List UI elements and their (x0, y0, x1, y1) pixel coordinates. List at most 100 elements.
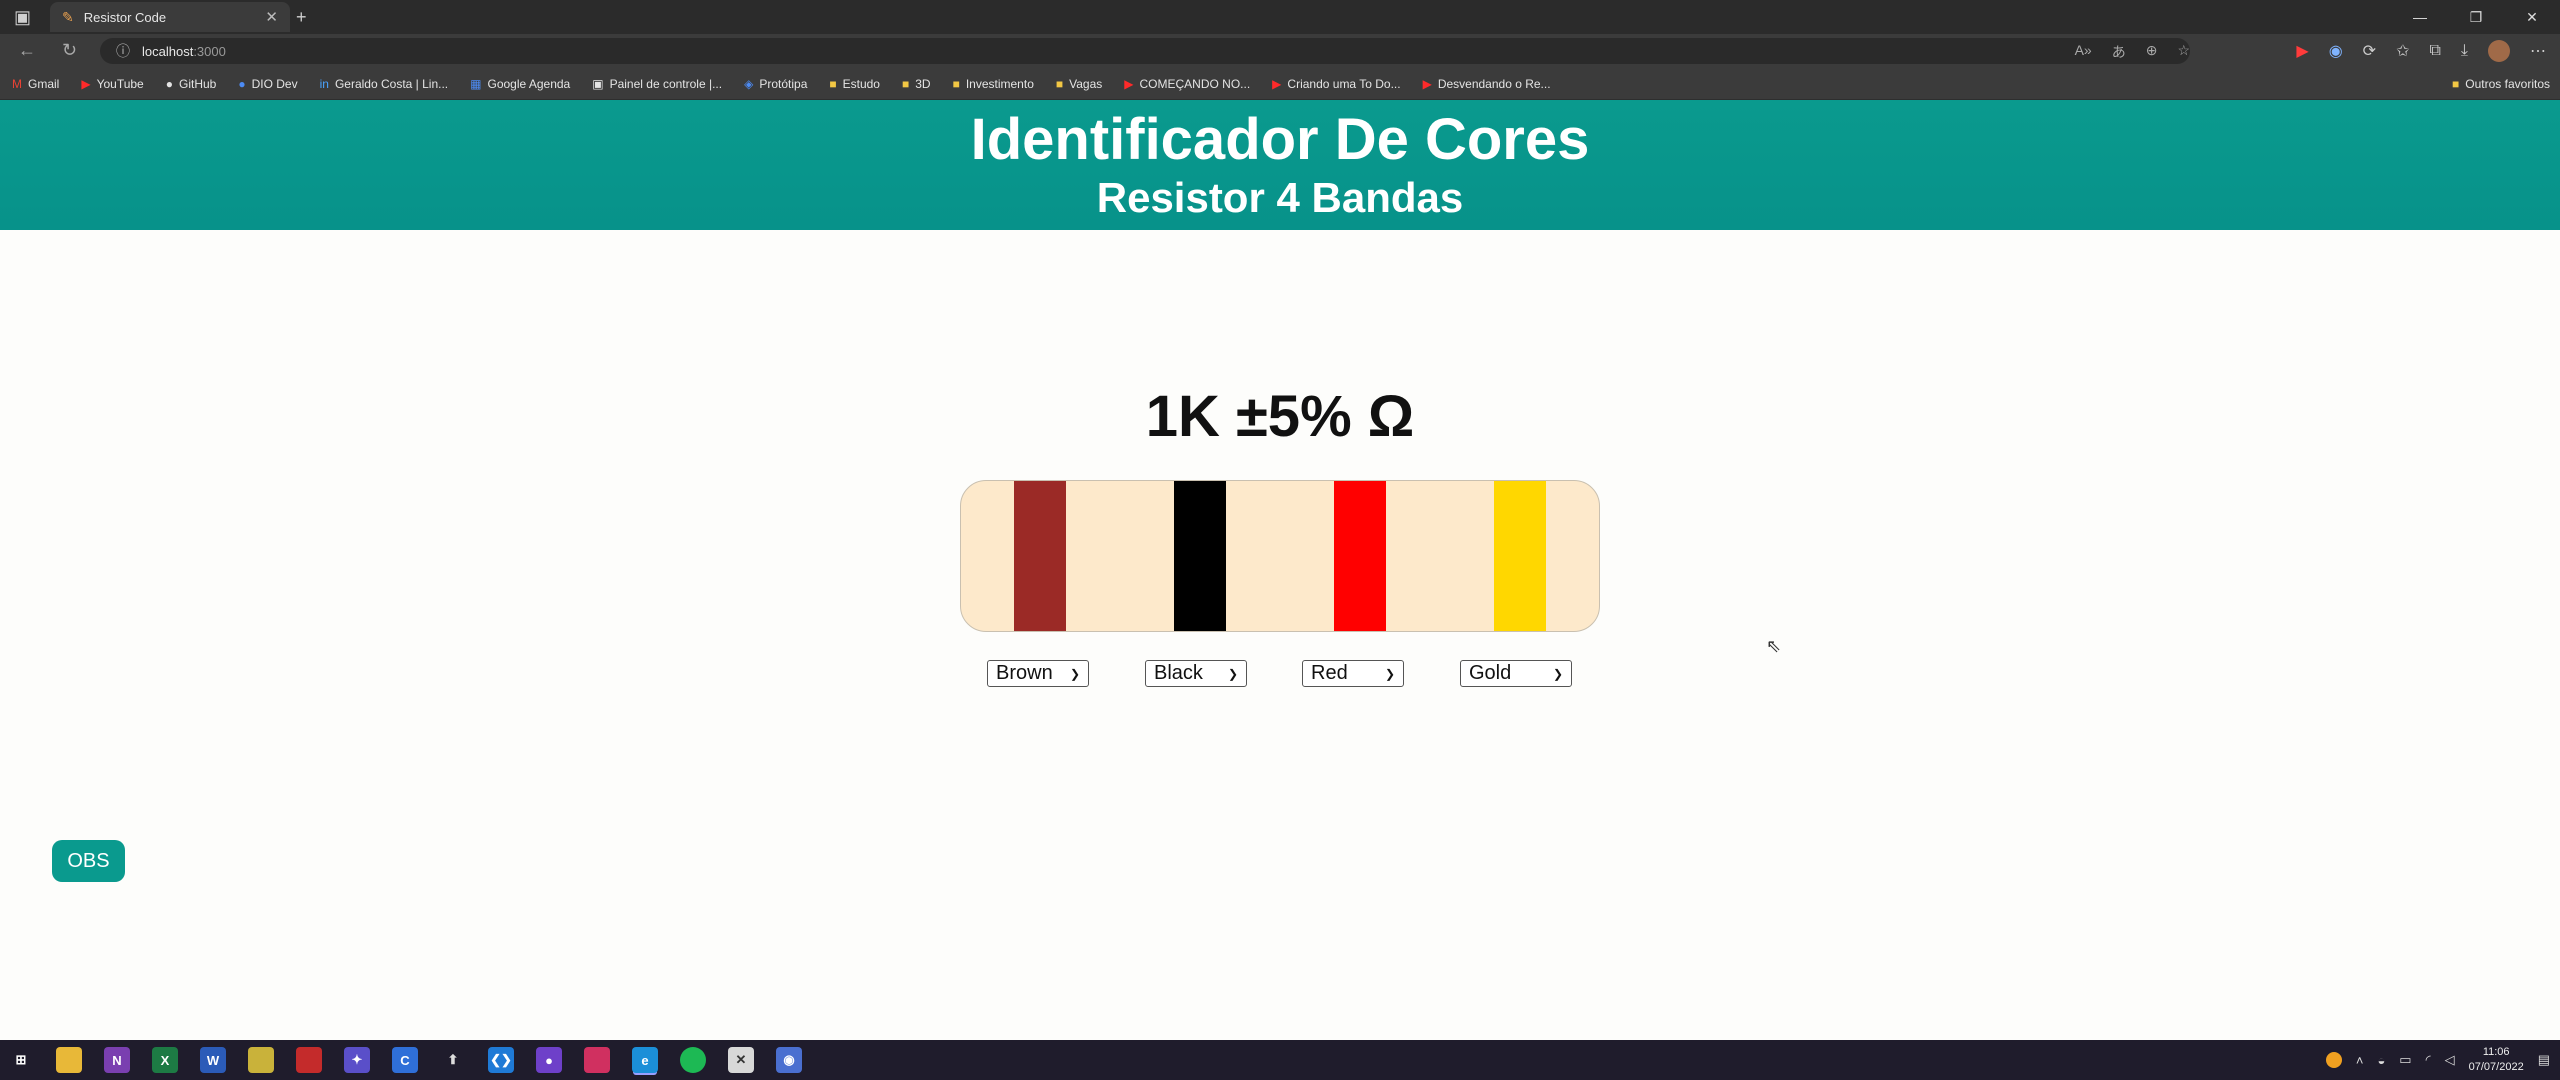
toolbar-extensions: ▶ ◉ ⟳ ✩ ⧉ ⤓ ⋯ (2296, 40, 2546, 62)
read-aloud-icon[interactable]: A» (2075, 42, 2092, 62)
bookmark-label: COMEÇANDO NO... (1139, 76, 1251, 91)
app-red-icon[interactable] (584, 1047, 610, 1073)
chevron-down-icon: ❯ (1069, 666, 1080, 681)
bookmark-investimento[interactable]: ■ Investimento (953, 77, 1034, 91)
back-icon[interactable]: ← (18, 40, 36, 61)
add-favorite-icon[interactable]: ☆ (2177, 42, 2190, 62)
bookmark-desvendando[interactable]: ▶ Desvendando o Re... (1423, 77, 1551, 91)
app-gray-icon[interactable]: ✕ (728, 1047, 754, 1073)
bookmark-github[interactable]: ● GitHub (166, 77, 217, 91)
notifications-icon[interactable]: ▤ (2538, 1052, 2550, 1068)
tab-title: Resistor Code (83, 9, 167, 25)
close-tab-icon[interactable]: ✕ (265, 8, 278, 26)
youtube-icon: ▶ (1422, 76, 1432, 91)
tab-resistor-code[interactable]: ✎ Resistor Code ✕ (50, 2, 290, 32)
panel-icon: ▣ (592, 76, 604, 91)
bookmark-youtube[interactable]: ▶ YouTube (81, 77, 143, 91)
vscode-icon[interactable]: ❮❯ (488, 1047, 514, 1073)
bookmark-label: DIO Dev (251, 76, 298, 91)
spotify-icon[interactable] (680, 1047, 706, 1073)
app-arrow-icon[interactable]: ⬆ (440, 1047, 466, 1073)
gmail-icon: M (12, 76, 22, 91)
other-favorites[interactable]: ■ Outros favoritos (2452, 68, 2550, 100)
url-port: :3000 (193, 43, 226, 59)
folder-icon: ■ (952, 76, 960, 91)
file-explorer-icon[interactable] (56, 1047, 82, 1073)
band-4-select[interactable]: Gold ❯ (1460, 660, 1572, 687)
restore-icon[interactable]: ❐ (2448, 0, 2504, 34)
bookmark-vagas[interactable]: ■ Vagas (1056, 77, 1102, 91)
bookmark-label: Vagas (1069, 76, 1103, 91)
other-favorites-label: Outros favoritos (2465, 77, 2550, 91)
youtube-icon: ▶ (81, 76, 91, 91)
notification-dot-icon[interactable] (2325, 1052, 2342, 1068)
youtube-icon: ▶ (1124, 76, 1134, 91)
clock-time: 11:06 (2482, 1046, 2510, 1058)
clock[interactable]: 11:06 07/07/2022 (2469, 1045, 2524, 1075)
resistor-body (960, 480, 1600, 632)
system-tray: ˄ ◒ ▭ ◜ ◁ 11:06 07/07/2022 ▤ (2325, 1040, 2550, 1080)
bookmark-label: Estudo (842, 76, 880, 91)
band-2-select[interactable]: Black ❯ (1145, 660, 1247, 687)
bookmark-dio-dev[interactable]: ● DIO Dev (238, 77, 297, 91)
close-window-icon[interactable]: ✕ (2504, 0, 2560, 34)
bookmark-painel[interactable]: ▣ Painel de controle |... (592, 77, 722, 91)
app-icon[interactable] (248, 1047, 274, 1073)
bookmark-label: 3D (915, 76, 931, 91)
youtube-extension-icon[interactable]: ▶ (2296, 41, 2308, 61)
start-icon[interactable]: ⊞ (8, 1047, 34, 1073)
excel-icon[interactable]: X (152, 1047, 178, 1073)
bookmark-3d[interactable]: ■ 3D (902, 77, 931, 91)
chevron-down-icon: ❯ (1552, 666, 1563, 681)
mouse-cursor-icon: ⇖ (1766, 636, 1782, 656)
tray-expand-icon[interactable]: ˄ (2356, 1053, 2364, 1068)
band-4 (1494, 481, 1546, 631)
onenote-icon[interactable]: N (104, 1047, 130, 1073)
wifi-icon[interactable]: ◜ (2426, 1052, 2431, 1068)
bookmark-estudo[interactable]: ■ Estudo (829, 77, 880, 91)
zoom-icon[interactable]: ⊕ (2146, 42, 2158, 62)
resistor-favicon-icon: ✎ (62, 8, 74, 25)
youtube-icon: ▶ (1272, 76, 1282, 91)
profile-avatar[interactable] (2488, 40, 2510, 62)
band-1-select[interactable]: Brown ❯ (987, 660, 1089, 687)
new-tab-icon[interactable]: + (296, 6, 307, 28)
bookmark-criando-todo[interactable]: ▶ Criando uma To Do... (1272, 77, 1400, 91)
bookmark-google-agenda[interactable]: ▦ Google Agenda (470, 77, 570, 91)
bookmark-label: GitHub (178, 76, 217, 91)
sync-icon[interactable]: ⟳ (2363, 41, 2376, 61)
folder-icon: ■ (901, 76, 910, 91)
dio-icon: ● (238, 76, 246, 91)
downloads-icon[interactable]: ⤓ (2461, 42, 2468, 60)
word-icon[interactable]: W (200, 1047, 226, 1073)
app-2021-icon[interactable] (296, 1047, 322, 1073)
network-icon[interactable]: ◒ (2377, 1053, 2385, 1068)
c-app-icon[interactable]: C (392, 1047, 418, 1073)
site-info-icon[interactable]: ⓘ (116, 41, 130, 61)
volume-icon[interactable]: ◁ (2445, 1052, 2455, 1068)
collections-icon[interactable]: ⧉ (2429, 42, 2440, 60)
battery-icon[interactable]: ▭ (2399, 1052, 2411, 1068)
screenshot-extension-icon[interactable]: ◉ (2329, 41, 2343, 61)
bookmark-gmail[interactable]: M Gmail (12, 77, 59, 91)
bookmark-comecando[interactable]: ▶ COMEÇANDO NO... (1124, 77, 1250, 91)
band-3-select[interactable]: Red ❯ (1302, 660, 1404, 687)
screenshot-app-icon[interactable]: ◉ (776, 1047, 802, 1073)
page-subtitle: Resistor 4 Bandas (1096, 174, 1464, 221)
obs-button[interactable]: OBS (52, 840, 125, 882)
tab-actions-icon[interactable]: ▣ (14, 6, 31, 28)
refresh-icon[interactable]: ↻ (62, 40, 77, 61)
bookmark-linkedin[interactable]: in Geraldo Costa | Lin... (320, 77, 449, 91)
more-menu-icon[interactable]: ⋯ (2530, 41, 2546, 61)
translate-icon[interactable]: あ (2112, 42, 2126, 62)
github-desktop-icon[interactable]: ● (536, 1047, 562, 1073)
taskbar-apps: ⊞ N X W ✦ C ⬆ ❮❯ ● e ✕ ◉ (8, 1040, 802, 1080)
folder-icon: ■ (1055, 76, 1064, 91)
band-4-select-value: Gold (1469, 662, 1512, 684)
favorites-icon[interactable]: ✩ (2396, 41, 2409, 61)
address-bar[interactable]: ⓘ localhost:3000 (100, 38, 2190, 64)
bookmark-prototipa[interactable]: ◈ Protótipa (744, 77, 807, 91)
game-icon[interactable]: ✦ (344, 1047, 370, 1073)
edge-icon[interactable]: e (632, 1047, 658, 1073)
minimize-icon[interactable]: — (2392, 0, 2448, 34)
